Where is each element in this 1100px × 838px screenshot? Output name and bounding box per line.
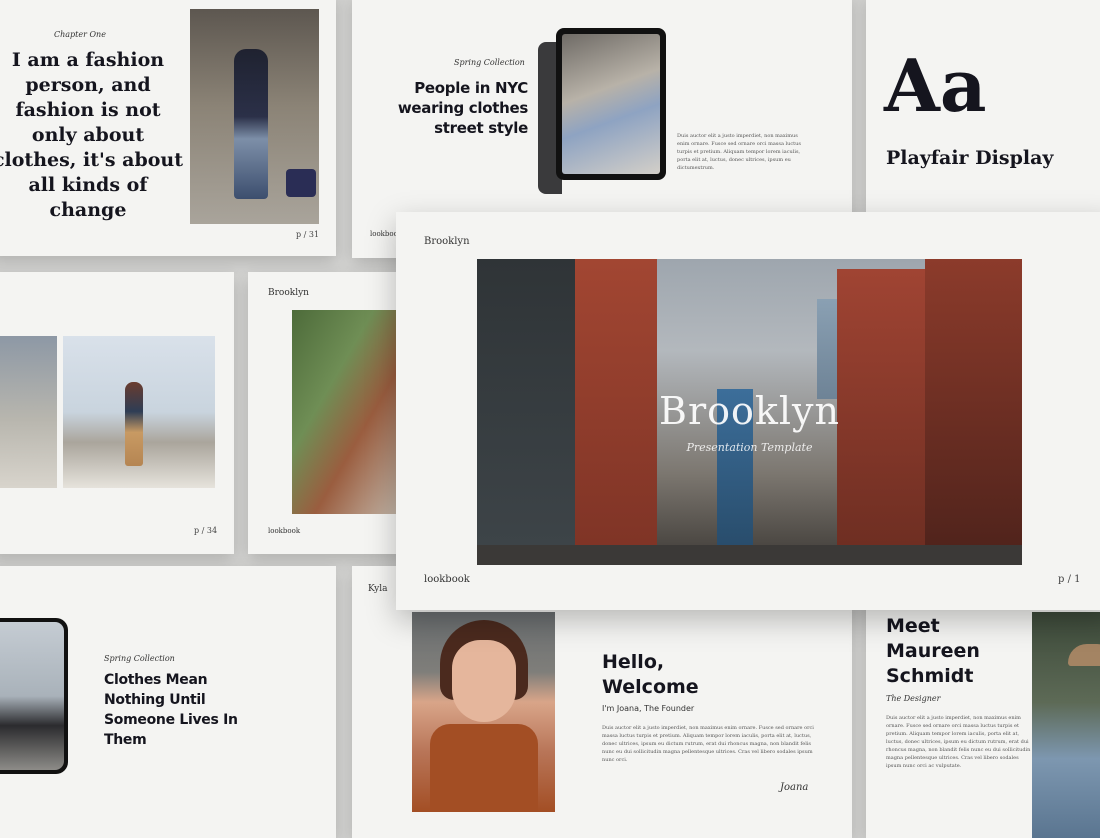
signature: Joana bbox=[780, 782, 809, 793]
photo-bag bbox=[286, 169, 316, 197]
photo-man-street bbox=[190, 9, 319, 224]
slide-brooklyn-cover[interactable]: Brooklyn Brooklyn Presentation Template … bbox=[396, 212, 1100, 610]
road bbox=[477, 545, 1022, 565]
cover-title: Brooklyn bbox=[659, 389, 840, 433]
page-number: p / 1 bbox=[1058, 574, 1081, 585]
slide-label: Brooklyn bbox=[424, 236, 470, 247]
chapter-label: Chapter One bbox=[54, 30, 106, 39]
page-number: p / 31 bbox=[296, 230, 320, 239]
collection-label: Spring Collection bbox=[454, 58, 525, 67]
photo-left bbox=[0, 336, 57, 488]
photo-designer bbox=[1032, 612, 1100, 838]
photo-portrait-woman bbox=[412, 612, 555, 812]
portrait-face bbox=[452, 640, 516, 722]
phone-device bbox=[0, 618, 68, 774]
role-label: The Designer bbox=[886, 694, 941, 703]
collection-label: Spring Collection bbox=[104, 654, 175, 663]
glyph-sample: Aa bbox=[884, 43, 987, 128]
slide-photo-pair[interactable]: p / 34 bbox=[0, 272, 234, 554]
body-text: Duis auctor elit a justo imperdiet, non … bbox=[602, 725, 814, 763]
footer-label: lookbook bbox=[424, 574, 470, 585]
slide-title: People in NYC wearing clothes street sty… bbox=[397, 79, 528, 137]
slide-quote[interactable]: Chapter One I am a fashion person, and f… bbox=[0, 0, 336, 256]
tablet-screen-photo bbox=[562, 34, 660, 174]
slide-label: Brooklyn bbox=[268, 288, 309, 298]
designer-hat bbox=[1068, 644, 1100, 666]
cover-subtitle: Presentation Template bbox=[686, 441, 813, 454]
slide-title: Clothes Mean Nothing Until Someone Lives… bbox=[104, 672, 238, 748]
slide-typography[interactable]: Aa Playfair Display bbox=[866, 0, 1100, 212]
footer-label: lookbook bbox=[268, 527, 301, 535]
portrait-scarf bbox=[430, 724, 538, 812]
slide-title: Meet Maureen Schmidt bbox=[886, 615, 980, 687]
photo-palm-street bbox=[63, 336, 215, 488]
cover-photo-city-street: Brooklyn Presentation Template bbox=[477, 259, 1022, 565]
slide-brooklyn-small[interactable]: Brooklyn lookbook bbox=[248, 272, 408, 554]
slide-clothes-quote[interactable]: Spring Collection Clothes Mean Nothing U… bbox=[0, 566, 336, 838]
page-number: p / 34 bbox=[194, 526, 218, 535]
photo-figure bbox=[234, 49, 268, 199]
body-text: Duis auctor elit a justo imperdiet, non … bbox=[886, 715, 1031, 769]
tablet-device-front bbox=[556, 28, 666, 180]
slide-title: Hello, Welcome bbox=[602, 651, 699, 698]
photo-walker bbox=[125, 382, 143, 466]
font-name: Playfair Display bbox=[886, 147, 1054, 169]
photo-buildings bbox=[292, 310, 408, 514]
phone-screen-photo bbox=[0, 622, 64, 770]
quote-text: I am a fashion person, and fashion is no… bbox=[0, 49, 184, 221]
body-text: Duis auctor elit a justo imperdiet, non … bbox=[677, 133, 801, 171]
slide-label: Kyla bbox=[368, 584, 388, 594]
slide-subtitle: I'm Joana, The Founder bbox=[602, 704, 695, 713]
